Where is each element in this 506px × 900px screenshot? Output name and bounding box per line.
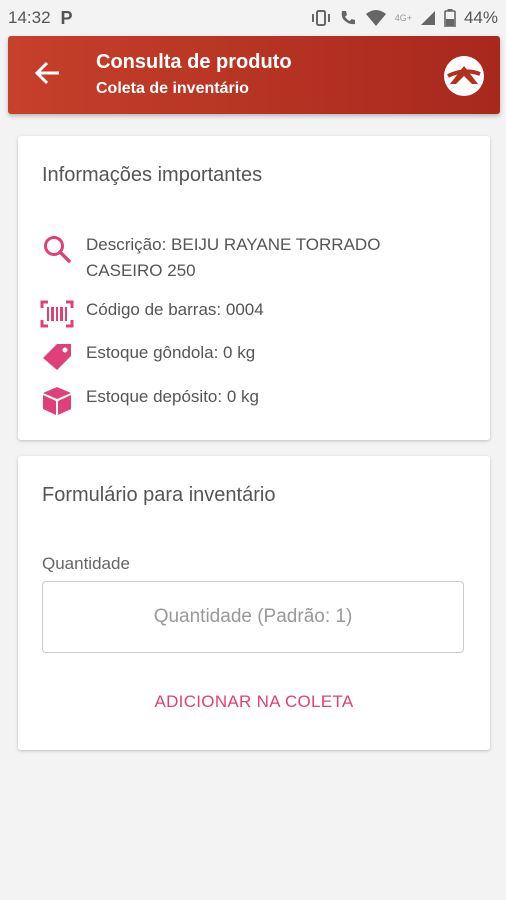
info-row-shelf-stock: Estoque gôndola: 0 kg <box>40 340 446 374</box>
box-icon <box>40 384 74 418</box>
quantity-label: Quantidade <box>42 554 130 573</box>
signal-icon <box>420 10 436 26</box>
product-description: Descrição: BEIJU RAYANE TORRADO CASEIRO … <box>86 235 381 280</box>
info-row-warehouse-stock: Estoque depósito: 0 kg <box>40 384 446 418</box>
tag-icon <box>40 340 74 374</box>
status-time: 14:32 <box>8 8 51 27</box>
status-icons: 4G+ 44% <box>311 8 498 28</box>
shelf-stock-text: Estoque gôndola: 0 kg <box>86 343 256 362</box>
battery-icon <box>444 9 456 27</box>
network-type: 4G+ <box>394 13 412 23</box>
app-notification-indicator: P <box>60 7 73 28</box>
barcode-text: Código de barras: 0004 <box>86 300 264 319</box>
back-button[interactable] <box>28 36 68 114</box>
add-to-collection-button[interactable]: ADICIONAR NA COLETA <box>18 682 490 722</box>
battery-level: 44% <box>463 8 498 27</box>
app-bar-titles: Consulta de produto Coleta de inventário <box>96 49 292 101</box>
arrow-left-icon <box>34 61 61 90</box>
app-bar: Consulta de produto Coleta de inventário <box>8 36 500 114</box>
info-row-barcode: Código de barras: 0004 <box>40 297 446 331</box>
form-card-title: Formulário para inventário <box>42 484 276 506</box>
quantity-input[interactable] <box>42 581 464 653</box>
info-row-description: Descrição: BEIJU RAYANE TORRADO CASEIRO … <box>40 232 446 284</box>
form-card: Formulário para inventário Quantidade AD… <box>18 456 490 750</box>
barcode-icon <box>40 297 74 331</box>
page-subtitle: Coleta de inventário <box>96 80 249 97</box>
search-icon <box>40 232 74 266</box>
vibrate-icon <box>311 9 331 27</box>
page-title: Consulta de produto <box>96 51 292 73</box>
status-bar: 14:32 P 4G+ 44% <box>0 0 506 36</box>
brand-logo <box>442 54 486 98</box>
wifi-icon <box>365 9 387 27</box>
call-icon <box>339 9 357 27</box>
warehouse-stock-text: Estoque depósito: 0 kg <box>86 387 259 406</box>
info-card-title: Informações importantes <box>42 164 263 186</box>
